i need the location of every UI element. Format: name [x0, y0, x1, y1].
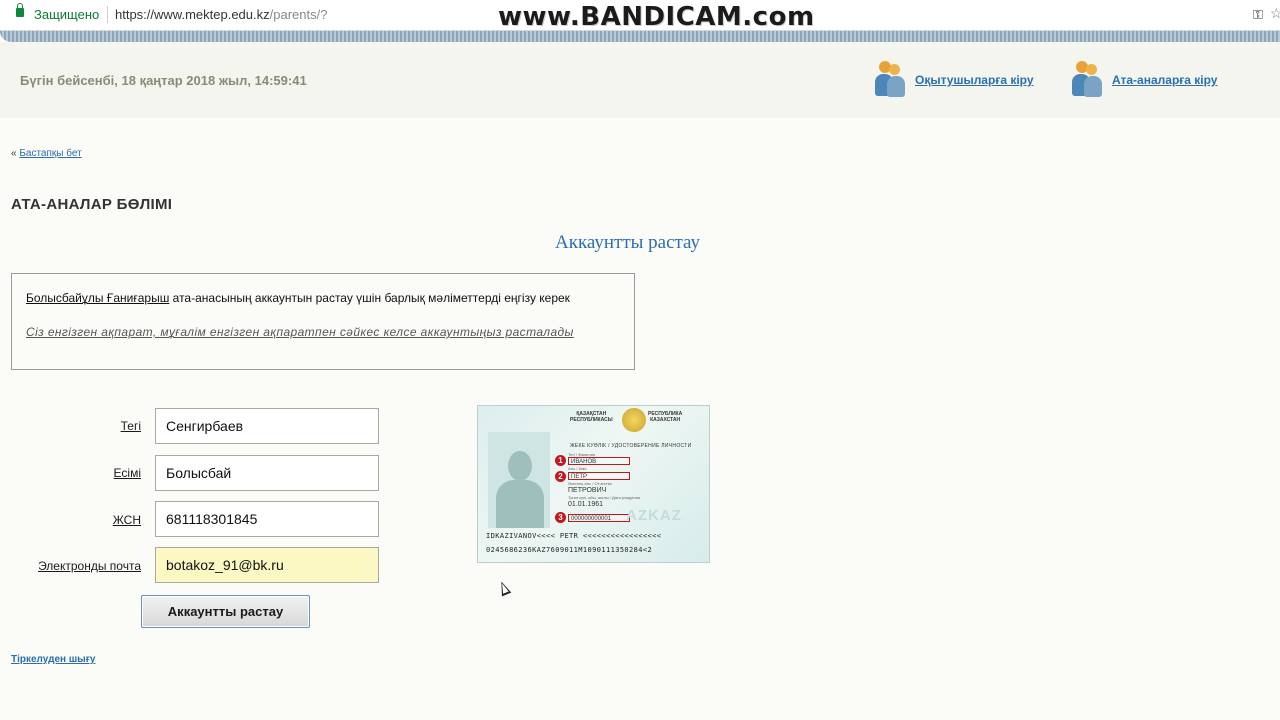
- current-date: Бүгін бейсенбі, 18 қаңтар 2018 жыл, 14:5…: [20, 73, 307, 88]
- card-patronymic: ПЕТРОВИЧ: [568, 487, 607, 494]
- breadcrumb: « Бастапқы бет: [11, 148, 82, 159]
- parent-login-link[interactable]: Ата-аналарға кіру: [1070, 60, 1217, 100]
- iin-label: ЖСН: [112, 513, 141, 527]
- card-watermark: AZKAZ: [626, 507, 682, 524]
- confirm-account-button[interactable]: Аккаунтты растау: [141, 595, 310, 628]
- id-photo: [488, 432, 550, 528]
- card-header-left: ҚАЗАҚСТАН РЕСПУБЛИКАСЫ: [570, 411, 613, 423]
- emblem-icon: [622, 408, 646, 432]
- breadcrumb-prefix: «: [11, 148, 17, 159]
- card-birth-date: 01.01.1961: [568, 501, 604, 508]
- student-name: Болысбайұлы Ғаниғарыш: [26, 291, 170, 305]
- teachers-icon: [873, 61, 907, 99]
- teacher-login-link[interactable]: Оқытушыларға кіру: [873, 60, 1034, 100]
- info-note: Сіз енгізген ақпарат, мұғалім енгізген а…: [26, 325, 574, 339]
- iin-field[interactable]: 681118301845: [155, 501, 379, 537]
- page-title: Аккаунтты растау: [555, 232, 701, 253]
- home-link[interactable]: Бастапқы бет: [19, 148, 81, 159]
- url-text[interactable]: https://www.mektep.edu.kz/parents/?: [115, 7, 327, 22]
- address-separator: [107, 6, 108, 23]
- info-box: Болысбайұлы Ғаниғарыш ата-анасының аккау…: [11, 273, 635, 370]
- card-label-patronymic: Әкесінің аты / Отчество: [568, 481, 612, 486]
- mrz-line-1: IDKAZIVANOV<<<< PETR <<<<<<<<<<<<<<<<<: [486, 532, 662, 540]
- badge-2: 2: [555, 471, 566, 482]
- id-card-sample-image: ҚАЗАҚСТАН РЕСПУБЛИКАСЫ РЕСПУБЛИКА КАЗАХС…: [477, 405, 710, 563]
- secure-label: Защищено: [34, 7, 100, 22]
- email-field[interactable]: botakoz_91@bk.ru: [155, 547, 379, 583]
- section-title: АТА-АНАЛАР БӨЛІМІ: [11, 196, 173, 213]
- card-title: ЖЕКЕ КУӘЛІК / УДОСТОВЕРЕНИЕ ЛИЧНОСТИ: [570, 443, 692, 449]
- star-icon[interactable]: ☆: [1270, 5, 1280, 22]
- surname-field[interactable]: Сенгирбаев: [155, 408, 379, 444]
- teacher-login-label[interactable]: Оқытушыларға кіру: [915, 73, 1034, 87]
- card-name: ПЕТР: [568, 472, 630, 480]
- badge-1: 1: [555, 455, 566, 466]
- surname-label: Тегі: [120, 419, 141, 433]
- card-surname: ИВАНОВ: [568, 457, 630, 465]
- card-header-right: РЕСПУБЛИКА КАЗАХСТАН: [648, 411, 683, 423]
- email-label: Электронды почта: [38, 559, 141, 573]
- mouse-cursor-icon: [496, 579, 512, 597]
- header-decoration: [0, 31, 1280, 42]
- lock-icon: [16, 3, 24, 17]
- mrz-line-2: 0245686236KAZ7609011M1090111350284<2: [486, 546, 653, 554]
- name-label: Есімі: [113, 466, 141, 480]
- parents-icon: [1070, 61, 1104, 99]
- badge-3: 3: [555, 512, 566, 523]
- name-field[interactable]: Болысбай: [155, 455, 379, 491]
- key-icon[interactable]: ⚿: [1253, 7, 1263, 23]
- card-label-birth: Туған күні, айы, жылы / Дата рождения: [568, 495, 641, 500]
- logout-link[interactable]: Тіркелуден шығу: [11, 654, 95, 665]
- card-iin: 000000000001: [568, 514, 630, 522]
- card-label-name: Аты / Имя: [568, 466, 587, 471]
- recorder-watermark: www.BANDICAM.com: [498, 2, 815, 32]
- info-message: Болысбайұлы Ғаниғарыш ата-анасының аккау…: [26, 291, 570, 305]
- parent-login-label[interactable]: Ата-аналарға кіру: [1112, 73, 1217, 87]
- browser-address-bar[interactable]: Защищено https://www.mektep.edu.kz/paren…: [0, 0, 1280, 32]
